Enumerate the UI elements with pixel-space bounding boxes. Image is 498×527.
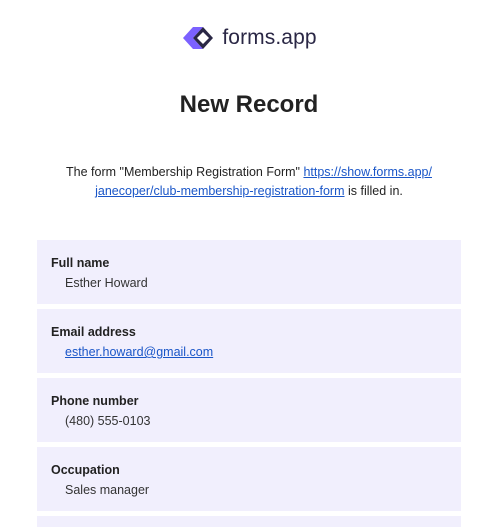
field-value: (480) 555-0103 — [65, 414, 151, 428]
intro-suffix: is filled in. — [344, 184, 403, 198]
field-value: Sales manager — [65, 483, 150, 497]
email-link[interactable]: esther.howard@gmail.com — [65, 345, 461, 359]
field-label: Full name — [51, 256, 110, 270]
form-link-line1: https://show.forms.app/ — [303, 165, 432, 179]
logo-text: forms.app — [222, 26, 317, 49]
intro-prefix: The form "Membership Registration Form" — [66, 165, 304, 179]
record-fields: Full name Esther Howard Email address es… — [37, 240, 461, 527]
field-occupation: Occupation Sales manager — [37, 447, 461, 511]
field-next-partial — [37, 516, 461, 527]
field-label: Phone number — [51, 394, 139, 408]
page-title: New Record — [179, 91, 319, 118]
field-label: Occupation — [51, 463, 120, 477]
field-value: Esther Howard — [65, 276, 148, 290]
form-link-line2: janecoper/club-membership-registration-f… — [95, 184, 345, 198]
intro-text: The form "Membership Registration Form" … — [50, 163, 448, 201]
field-full-name: Full name Esther Howard — [37, 240, 461, 304]
field-label: Email address — [51, 325, 136, 339]
email-page: forms.app New Record The form "Membershi… — [0, 0, 498, 527]
field-phone-number: Phone number (480) 555-0103 — [37, 378, 461, 442]
brand-logo: forms.app — [0, 23, 498, 53]
field-email-address: Email address esther.howard@gmail.com — [37, 309, 461, 373]
forms-app-logo-icon — [183, 27, 214, 49]
